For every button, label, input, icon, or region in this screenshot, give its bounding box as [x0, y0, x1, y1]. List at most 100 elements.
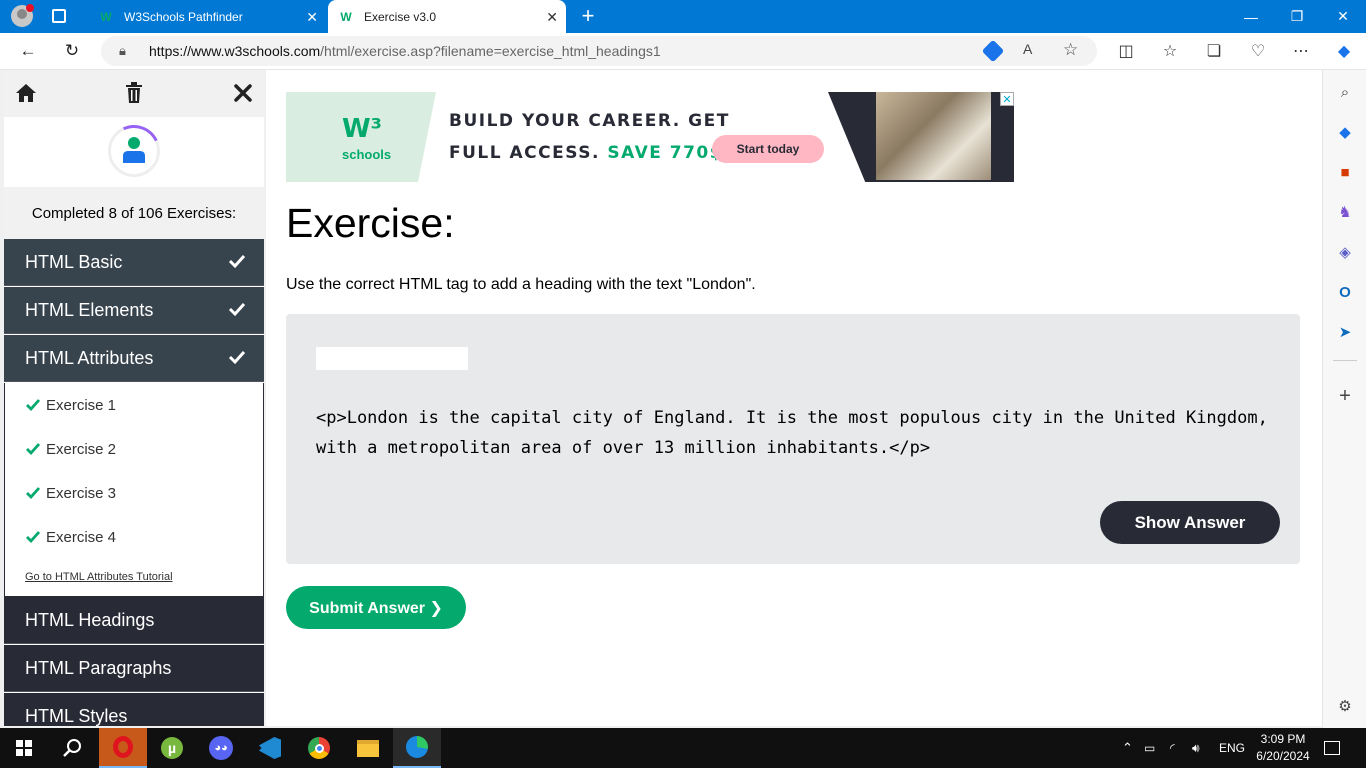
refresh-button[interactable]: ↻: [52, 33, 92, 69]
send-icon[interactable]: ➤: [1335, 322, 1355, 342]
edge-icon[interactable]: [393, 728, 441, 768]
favorite-star-icon[interactable]: ☆: [1063, 40, 1078, 60]
games-icon[interactable]: ♞: [1335, 202, 1355, 222]
exercise-label: Exercise 3: [46, 484, 117, 502]
utorrent-icon[interactable]: µ: [148, 728, 196, 768]
new-tab-button[interactable]: +: [577, 4, 599, 28]
tab-actions-icon[interactable]: [52, 9, 66, 23]
wifi-icon[interactable]: ◜: [1170, 728, 1175, 768]
more-menu-icon[interactable]: ⋯: [1285, 33, 1317, 69]
category-html-styles[interactable]: HTML Styles: [4, 693, 264, 726]
shopping-icon[interactable]: ◆: [1335, 122, 1355, 142]
lock-icon: 🔒︎: [119, 43, 126, 58]
divider: [1333, 360, 1357, 361]
volume-icon[interactable]: 🔊︎: [1192, 728, 1200, 768]
code-line: <p>London is the capital city of England…: [316, 408, 1268, 428]
exercise-label: Exercise 1: [46, 396, 117, 414]
list-item[interactable]: Exercise 2: [26, 437, 116, 461]
opera-icon[interactable]: [99, 728, 147, 768]
restore-button[interactable]: ❐: [1274, 0, 1320, 33]
close-icon[interactable]: [230, 80, 256, 106]
category-label: HTML Elements: [25, 299, 154, 320]
exercise-code-box: <p>London is the capital city of England…: [286, 314, 1300, 564]
gear-icon[interactable]: ⚙: [1335, 696, 1355, 716]
ad-save-amount: SAVE 770$: [607, 143, 724, 163]
tab-w3schools-pathfinder[interactable]: W W3Schools Pathfinder ✕: [88, 0, 326, 33]
collections-icon[interactable]: ❏: [1198, 33, 1230, 69]
advertisement-banner[interactable]: W³ schools BUILD YOUR CAREER. GET FULL A…: [286, 92, 1014, 182]
battery-icon[interactable]: ▭: [1144, 728, 1155, 768]
exercise-list: Exercise 1 Exercise 2 Exercise 3 Exercis…: [4, 383, 264, 597]
trash-icon[interactable]: [121, 80, 147, 106]
category-html-attributes[interactable]: HTML Attributes: [4, 335, 264, 382]
completed-count: Completed 8 of 106 Exercises:: [4, 187, 264, 239]
tools-icon[interactable]: ■: [1335, 162, 1355, 182]
search-icon[interactable]: ⌕: [1335, 82, 1355, 102]
minimize-button[interactable]: —: [1228, 0, 1274, 33]
search-icon[interactable]: [48, 728, 96, 768]
w3schools-icon: W: [340, 9, 352, 24]
clock-date: 6/20/2024: [1256, 749, 1310, 763]
shopping-tag-icon[interactable]: [981, 39, 1005, 63]
tab-label: Exercise v3.0: [364, 9, 437, 24]
outlook-icon[interactable]: O: [1335, 282, 1355, 302]
close-window-button[interactable]: ✕: [1320, 0, 1366, 33]
url-field[interactable]: 🔒︎ https://www.w3schools.com/html/exerci…: [101, 36, 1097, 66]
home-icon[interactable]: [13, 80, 39, 106]
list-item[interactable]: Exercise 4: [26, 525, 116, 549]
submit-answer-button[interactable]: Submit Answer ❯: [286, 586, 466, 629]
ad-close-icon[interactable]: ✕: [1000, 92, 1014, 106]
show-hidden-icons[interactable]: ⌃: [1122, 728, 1133, 768]
close-icon[interactable]: ✕: [306, 9, 318, 26]
discord-icon[interactable]: ◕◕: [197, 728, 245, 768]
show-answer-button[interactable]: Show Answer: [1100, 501, 1280, 544]
checkmark-icon: [26, 487, 40, 500]
tutorial-link[interactable]: Go to HTML Attributes Tutorial: [25, 571, 173, 583]
category-label: HTML Styles: [25, 705, 128, 726]
add-icon[interactable]: +: [1335, 385, 1355, 407]
checkmark-icon: [26, 531, 40, 544]
pathfinder-toolbar: [4, 70, 264, 117]
edge-sidebar: ⌕ ◆ ■ ♞ ◈ O ➤ + ⚙: [1322, 70, 1366, 728]
windows-start-icon[interactable]: [0, 728, 48, 768]
split-screen-icon[interactable]: ◫: [1110, 33, 1142, 69]
browser-essentials-icon[interactable]: ♡: [1242, 33, 1274, 69]
exercise-instruction: Use the correct HTML tag to add a headin…: [286, 276, 756, 293]
ad-full-access: FULL ACCESS.: [449, 143, 600, 163]
pathfinder-panel: Completed 8 of 106 Exercises: HTML Basic…: [4, 70, 264, 726]
tab-label: W3Schools Pathfinder: [124, 9, 243, 24]
list-item[interactable]: Exercise 3: [26, 481, 116, 505]
copilot-icon[interactable]: ◆: [1328, 33, 1360, 69]
category-label: HTML Headings: [25, 609, 155, 630]
category-html-paragraphs[interactable]: HTML Paragraphs: [4, 645, 264, 692]
clock-time: 3:09 PM: [1260, 732, 1306, 746]
category-html-basic[interactable]: HTML Basic: [4, 239, 264, 286]
back-button[interactable]: ←: [8, 33, 48, 69]
close-icon[interactable]: ✕: [546, 9, 558, 26]
list-item[interactable]: Exercise 1: [26, 393, 116, 417]
exercise-label: Exercise 2: [46, 440, 117, 458]
checkmark-icon: [26, 399, 40, 412]
language-indicator[interactable]: ENG: [1219, 728, 1245, 768]
category-html-headings[interactable]: HTML Headings: [4, 597, 264, 644]
vscode-icon[interactable]: [246, 728, 294, 768]
ad-photo: [876, 92, 991, 180]
tab-exercise[interactable]: W Exercise v3.0 ✕: [328, 0, 566, 33]
file-explorer-icon[interactable]: [344, 728, 392, 768]
notifications-icon[interactable]: [1324, 728, 1340, 768]
w3schools-logo: W³: [342, 114, 383, 144]
profile-avatar[interactable]: [11, 4, 34, 27]
read-aloud-icon[interactable]: A: [1023, 41, 1032, 57]
copilot-icon[interactable]: ◈: [1335, 242, 1355, 262]
category-html-elements[interactable]: HTML Elements: [4, 287, 264, 334]
clock[interactable]: 3:09 PM 6/20/2024: [1252, 731, 1314, 765]
category-label: HTML Attributes: [25, 347, 154, 368]
checkmark-icon: [228, 350, 246, 365]
favorites-icon[interactable]: ☆: [1154, 33, 1186, 69]
w3schools-logo-sub: schools: [342, 147, 392, 162]
chrome-icon[interactable]: [295, 728, 343, 768]
answer-input[interactable]: [316, 347, 468, 370]
checkmark-icon: [228, 302, 246, 317]
w3schools-icon: W: [100, 9, 112, 24]
start-today-button[interactable]: Start today: [712, 135, 824, 163]
